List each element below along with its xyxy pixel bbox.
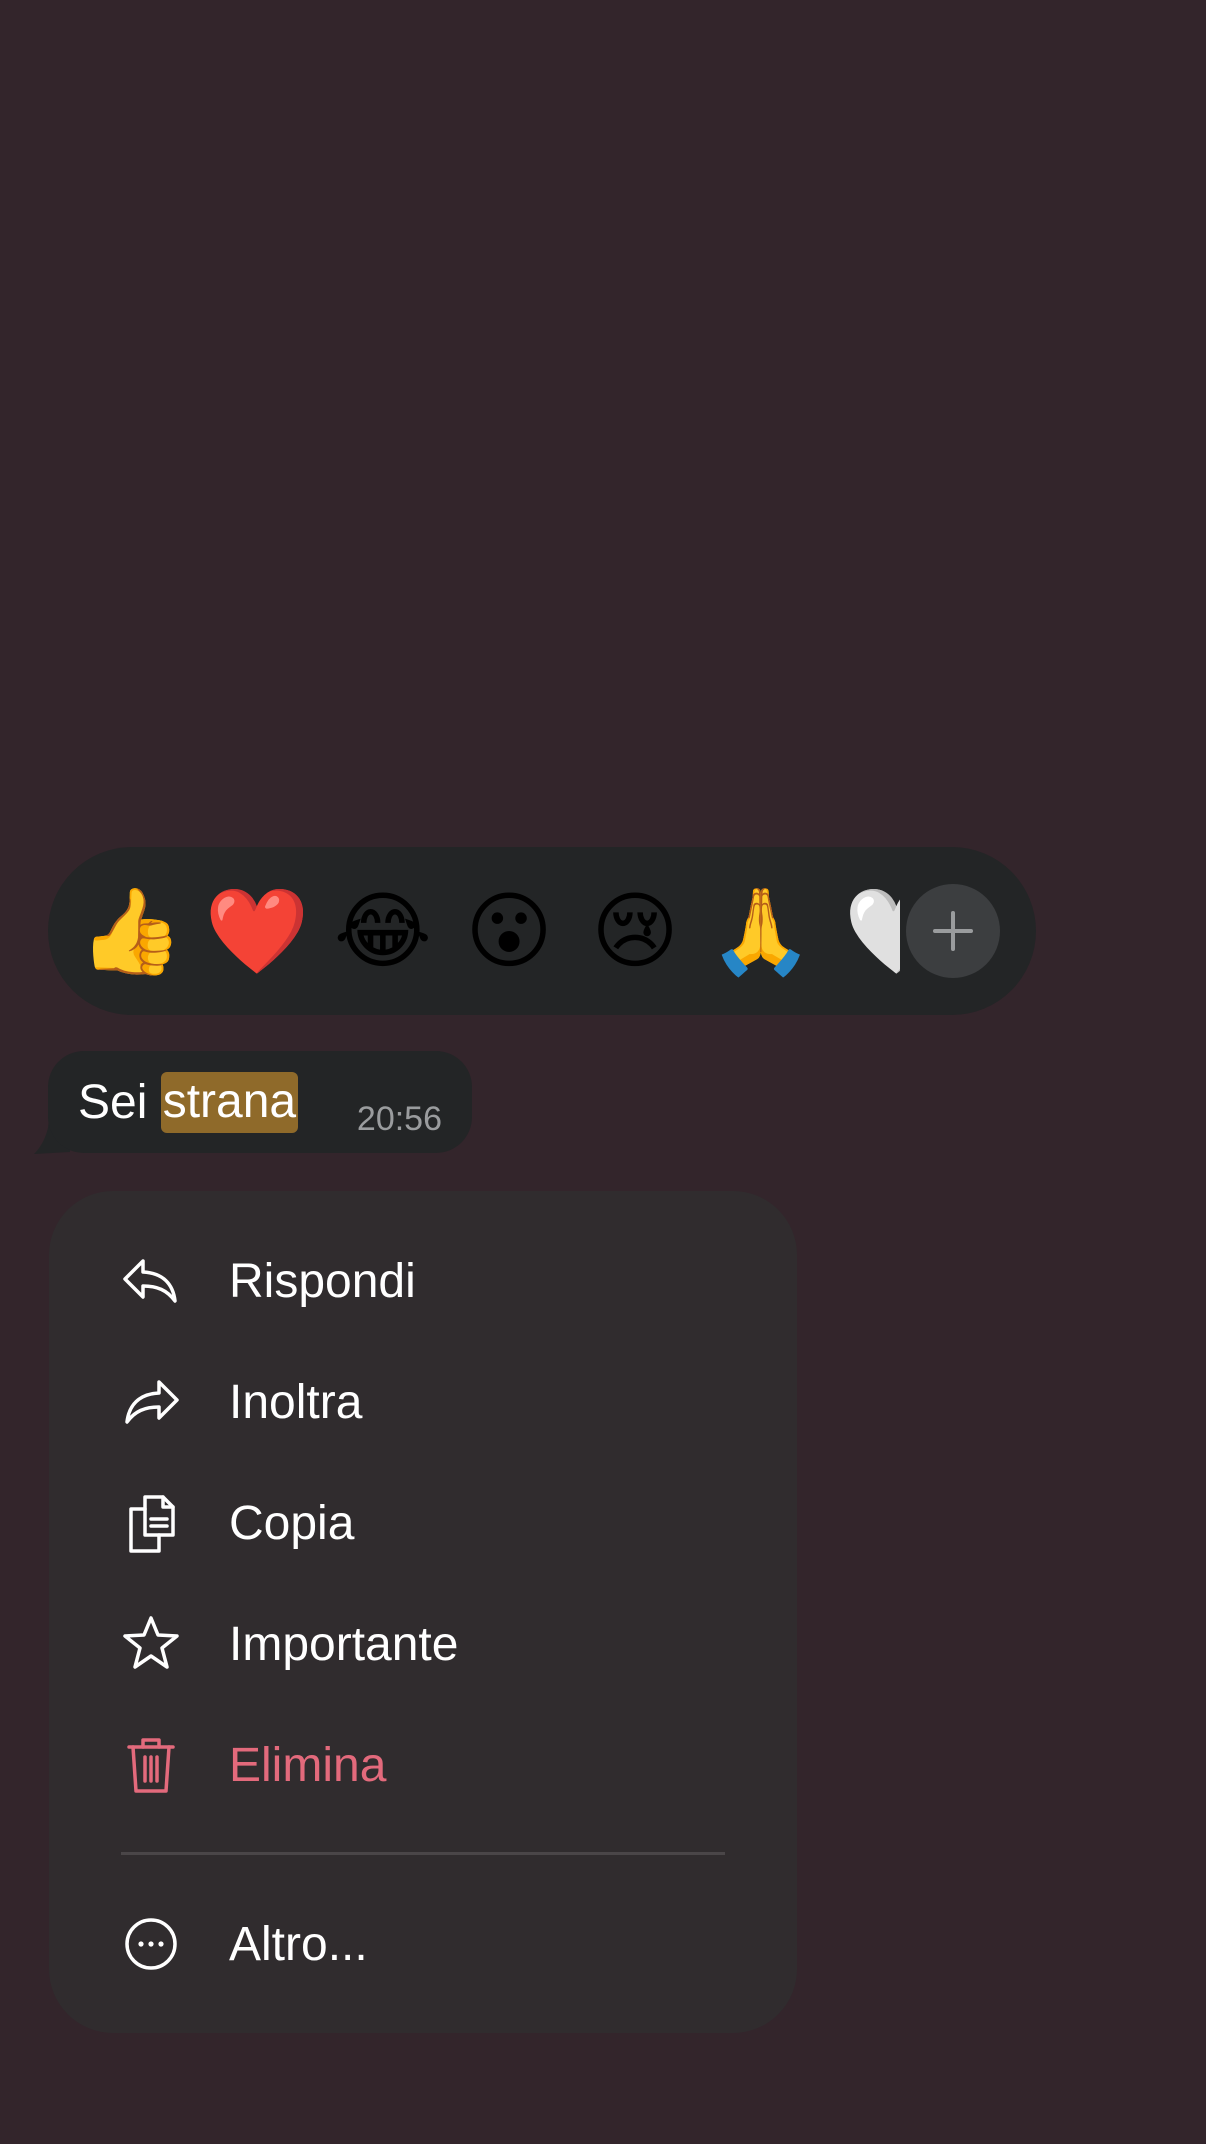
more-reactions-button[interactable]: [906, 884, 1000, 978]
reaction-tears-of-joy[interactable]: 😂: [327, 847, 439, 1015]
menu-divider: [121, 1852, 725, 1855]
message-text-plain: Sei: [78, 1075, 161, 1129]
message-bubble[interactable]: Sei strana 20:56: [48, 1051, 472, 1153]
message-text: Sei strana: [78, 1051, 299, 1153]
menu-label-delete: Elimina: [229, 1738, 387, 1792]
trash-icon: [127, 1738, 175, 1793]
more-icon: [125, 1918, 177, 1970]
menu-label-more: Altro...: [229, 1917, 368, 1971]
menu-label-reply: Rispondi: [229, 1254, 416, 1308]
plus-icon: [933, 911, 973, 951]
reaction-crying[interactable]: 😢: [579, 847, 691, 1015]
reaction-bar: 👍 ❤️ 😂 😮 😢 🙏 🤍: [48, 847, 1036, 1015]
menu-item-important[interactable]: Importante: [49, 1584, 797, 1704]
reaction-folded-hands[interactable]: 🙏: [705, 847, 817, 1015]
reaction-red-heart[interactable]: ❤️: [201, 847, 313, 1015]
menu-item-reply[interactable]: Rispondi: [49, 1221, 797, 1341]
copy-icon: [129, 1495, 175, 1553]
reaction-surprised[interactable]: 😮: [453, 847, 565, 1015]
menu-item-delete[interactable]: Elimina: [49, 1705, 797, 1825]
reaction-thumbs-up[interactable]: 👍: [75, 847, 187, 1015]
message-text-highlighted: strana: [160, 1071, 299, 1133]
context-menu: Rispondi Inoltra Copia Importante Elimin…: [49, 1191, 797, 2033]
message-timestamp: 20:56: [356, 1100, 442, 1138]
star-icon: [123, 1616, 179, 1669]
menu-item-copy[interactable]: Copia: [49, 1463, 797, 1583]
menu-label-forward: Inoltra: [229, 1375, 363, 1429]
reply-icon: [123, 1259, 177, 1303]
forward-icon: [125, 1380, 179, 1424]
menu-label-important: Importante: [229, 1617, 459, 1671]
reaction-white-heart[interactable]: 🤍: [844, 847, 900, 1015]
menu-label-copy: Copia: [229, 1496, 355, 1550]
menu-item-forward[interactable]: Inoltra: [49, 1342, 797, 1462]
menu-item-more[interactable]: Altro...: [49, 1884, 797, 2004]
